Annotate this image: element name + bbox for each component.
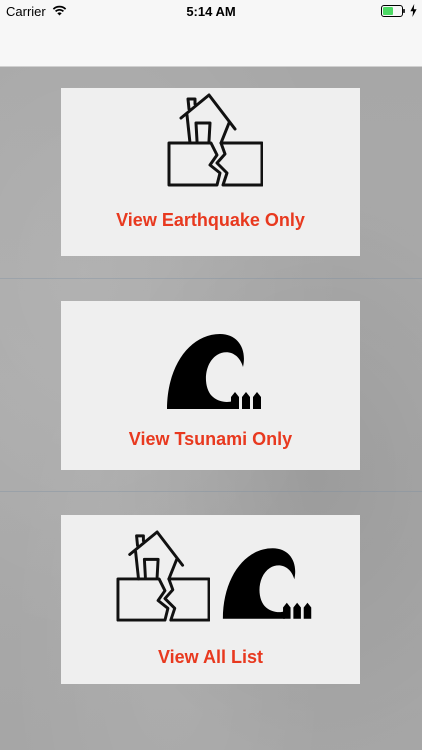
tsunami-wave-icon xyxy=(167,334,261,409)
divider-line xyxy=(0,491,422,492)
view-earthquake-only-button[interactable]: View Earthquake Only xyxy=(61,88,360,256)
earthquake-house-icon xyxy=(167,93,263,187)
divider-line xyxy=(0,278,422,279)
earthquake-house-icon xyxy=(116,530,210,622)
view-tsunami-only-button[interactable]: View Tsunami Only xyxy=(61,301,360,470)
view-tsunami-only-label: View Tsunami Only xyxy=(128,429,293,449)
tsunami-wave-icon xyxy=(222,548,312,619)
battery-icon xyxy=(381,5,405,17)
navigation-bar xyxy=(0,22,422,67)
view-all-list-label: View All List xyxy=(157,647,264,667)
status-bar: Carrier 5:14 AM xyxy=(0,0,422,22)
clock-time: 5:14 AM xyxy=(186,4,236,19)
view-earthquake-only-label: View Earthquake Only xyxy=(116,210,305,230)
view-all-list-button[interactable]: View All List xyxy=(61,515,360,684)
charging-bolt-icon xyxy=(410,4,417,17)
